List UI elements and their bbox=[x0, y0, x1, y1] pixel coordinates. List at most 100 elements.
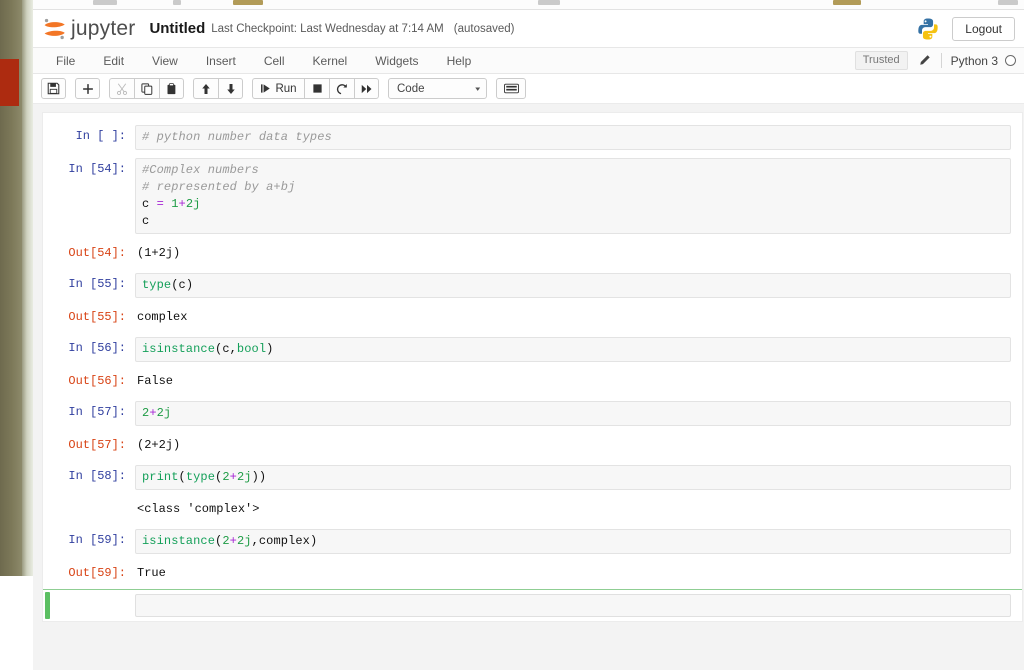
code-cell[interactable]: In [55]:type(c) bbox=[43, 269, 1022, 302]
interrupt-kernel-button[interactable] bbox=[304, 78, 329, 99]
code-token: ) bbox=[266, 342, 273, 356]
kernel-indicator-label: Python 3 bbox=[942, 54, 1005, 68]
output-cell[interactable]: Out[55]:complex bbox=[43, 302, 1022, 333]
code-token: type bbox=[142, 278, 171, 292]
code-token: 2 bbox=[222, 534, 229, 548]
code-line: # python number data types bbox=[142, 129, 1004, 146]
menu-item-insert[interactable]: Insert bbox=[192, 48, 250, 74]
output-area: (2+2j) bbox=[135, 434, 1011, 457]
copy-icon bbox=[141, 83, 153, 95]
code-input-area[interactable]: 2+2j bbox=[135, 401, 1011, 426]
code-input-area[interactable]: print(type(2+2j)) bbox=[135, 465, 1011, 490]
output-area: False bbox=[135, 370, 1011, 393]
code-token: + bbox=[230, 534, 237, 548]
menu-item-widgets[interactable]: Widgets bbox=[361, 48, 432, 74]
paste-cells-button[interactable] bbox=[159, 78, 184, 99]
out-prompt-label: Out[59]: bbox=[43, 562, 135, 582]
in-prompt-label: In [54]: bbox=[43, 158, 135, 178]
code-cell[interactable] bbox=[43, 589, 1022, 621]
output-cell[interactable]: Out[57]:(2+2j) bbox=[43, 430, 1022, 461]
code-cell[interactable]: In [56]:isinstance(c,bool) bbox=[43, 333, 1022, 366]
plus-icon bbox=[82, 83, 94, 95]
code-line: type(c) bbox=[142, 277, 1004, 294]
code-cell[interactable]: In [ ]:# python number data types bbox=[43, 121, 1022, 154]
edit-mode-indicator[interactable] bbox=[908, 54, 941, 67]
copy-cells-button[interactable] bbox=[134, 78, 159, 99]
output-text: (1+2j) bbox=[137, 245, 1009, 262]
cut-cells-button[interactable] bbox=[109, 78, 134, 99]
code-line: isinstance(2+2j,complex) bbox=[142, 533, 1004, 550]
code-cell[interactable]: In [58]: print(type(2+2j)) bbox=[43, 461, 1022, 494]
sliver-artifact bbox=[233, 0, 263, 5]
menu-bar: File Edit View Insert Cell Kernel Widget… bbox=[33, 48, 1024, 74]
out-prompt-label: Out[56]: bbox=[43, 370, 135, 390]
code-token: c bbox=[142, 214, 149, 228]
code-line: # represented by a+bj bbox=[142, 179, 1004, 196]
cell-type-select[interactable]: Code ▾ bbox=[388, 78, 487, 99]
left-edge-orange-block bbox=[0, 59, 19, 106]
menubar-right-group: Trusted Python 3 bbox=[855, 51, 1018, 70]
stream-output-cell[interactable]: <class 'complex'> bbox=[43, 494, 1022, 525]
output-cell[interactable]: Out[59]:True bbox=[43, 558, 1022, 589]
code-token: + bbox=[149, 406, 156, 420]
logout-button[interactable]: Logout bbox=[952, 17, 1015, 41]
in-prompt-label: In [57]: bbox=[43, 401, 135, 421]
code-input-area[interactable]: #Complex numbers# represented by a+bjc =… bbox=[135, 158, 1011, 234]
jupyter-logo-icon bbox=[42, 17, 68, 41]
menu-item-view[interactable]: View bbox=[138, 48, 192, 74]
code-token: #Complex numbers bbox=[142, 163, 259, 177]
save-button[interactable] bbox=[41, 78, 66, 99]
jupyter-brand[interactable]: jupyter bbox=[42, 17, 135, 41]
code-line: print(type(2+2j)) bbox=[142, 469, 1004, 486]
code-token: 1 bbox=[171, 197, 178, 211]
toolbar-group-save bbox=[41, 78, 66, 99]
menu-item-cell[interactable]: Cell bbox=[250, 48, 299, 74]
restart-and-run-all-button[interactable] bbox=[354, 78, 379, 99]
restart-kernel-button[interactable] bbox=[329, 78, 354, 99]
run-cell-button[interactable]: Run bbox=[252, 78, 304, 99]
output-text: complex bbox=[137, 309, 1009, 326]
move-cell-down-button[interactable] bbox=[218, 78, 243, 99]
kernel-idle-circle-icon[interactable] bbox=[1005, 55, 1016, 66]
output-cell[interactable]: Out[54]:(1+2j) bbox=[43, 238, 1022, 269]
code-token: (c, bbox=[215, 342, 237, 356]
toolbar-group-run: Run bbox=[252, 78, 379, 99]
sliver-artifact bbox=[173, 0, 181, 5]
code-cell[interactable]: In [59]: isinstance(2+2j,complex) bbox=[43, 525, 1022, 558]
output-cell[interactable]: Out[56]:False bbox=[43, 366, 1022, 397]
chevron-down-icon: ▾ bbox=[476, 85, 481, 93]
toolbar-group-move bbox=[193, 78, 243, 99]
menu-item-edit[interactable]: Edit bbox=[89, 48, 138, 74]
code-token: 2j bbox=[237, 534, 252, 548]
in-prompt-label: In [58]: bbox=[43, 465, 135, 485]
notebook-title[interactable]: Untitled bbox=[149, 20, 205, 37]
arrow-down-icon bbox=[225, 83, 237, 95]
code-input-area[interactable] bbox=[135, 594, 1011, 617]
menu-item-file[interactable]: File bbox=[42, 48, 89, 74]
output-area: complex bbox=[135, 306, 1011, 329]
trusted-badge: Trusted bbox=[855, 51, 908, 70]
command-palette-button[interactable] bbox=[496, 78, 526, 99]
code-input-area[interactable]: type(c) bbox=[135, 273, 1011, 298]
code-input-area[interactable]: isinstance(c,bool) bbox=[135, 337, 1011, 362]
in-prompt-label: In [59]: bbox=[43, 529, 135, 549]
menu-item-help[interactable]: Help bbox=[433, 48, 486, 74]
code-line: #Complex numbers bbox=[142, 162, 1004, 179]
code-token: 2j bbox=[186, 197, 201, 211]
code-input-area[interactable]: # python number data types bbox=[135, 125, 1011, 150]
code-input-area[interactable]: isinstance(2+2j,complex) bbox=[135, 529, 1011, 554]
code-cell[interactable]: In [57]:2+2j bbox=[43, 397, 1022, 430]
browser-chrome-sliver bbox=[33, 0, 1024, 10]
run-button-label: Run bbox=[275, 83, 296, 95]
code-token: # python number data types bbox=[142, 130, 332, 144]
menu-item-kernel[interactable]: Kernel bbox=[299, 48, 362, 74]
code-line: c bbox=[142, 213, 1004, 230]
move-cell-up-button[interactable] bbox=[193, 78, 218, 99]
sliver-artifact bbox=[833, 0, 861, 5]
code-token: 2j bbox=[237, 470, 252, 484]
insert-cell-below-button[interactable] bbox=[75, 78, 100, 99]
code-cell[interactable]: In [54]: #Complex numbers # represented by… bbox=[43, 154, 1022, 238]
sliver-artifact bbox=[93, 0, 117, 5]
code-token: isinstance bbox=[142, 534, 215, 548]
in-prompt-label bbox=[43, 594, 135, 597]
